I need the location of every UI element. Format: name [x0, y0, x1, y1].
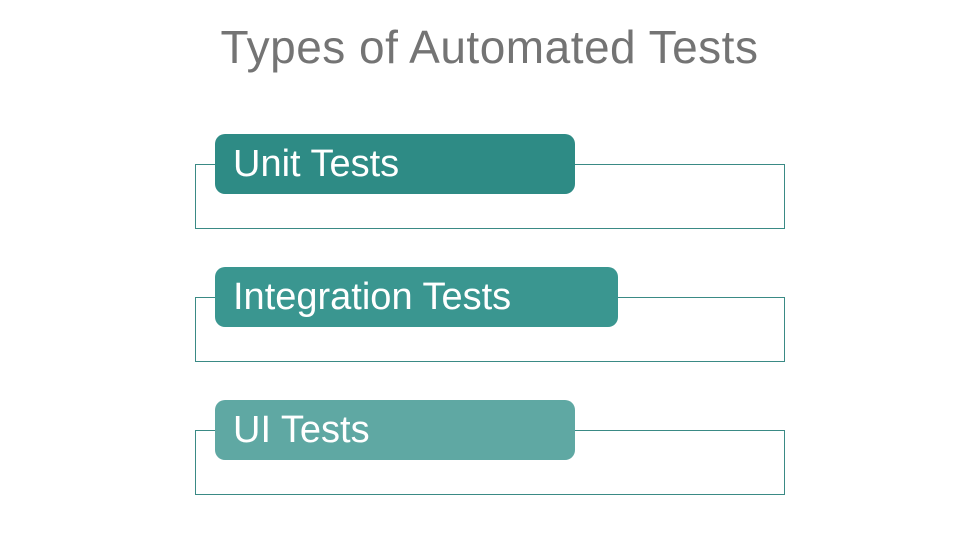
item-label: Unit Tests	[233, 143, 399, 186]
item-label-box: Integration Tests	[215, 267, 618, 327]
slide-title: Types of Automated Tests	[0, 20, 979, 74]
item-label-box: UI Tests	[215, 400, 575, 460]
list-item: Unit Tests	[195, 134, 979, 229]
list-item: Integration Tests	[195, 267, 979, 362]
test-types-list: Unit Tests Integration Tests UI Tests	[0, 134, 979, 495]
item-label: Integration Tests	[233, 276, 511, 319]
list-item: UI Tests	[195, 400, 979, 495]
slide: Types of Automated Tests Unit Tests Inte…	[0, 0, 979, 551]
item-label: UI Tests	[233, 409, 370, 452]
item-label-box: Unit Tests	[215, 134, 575, 194]
